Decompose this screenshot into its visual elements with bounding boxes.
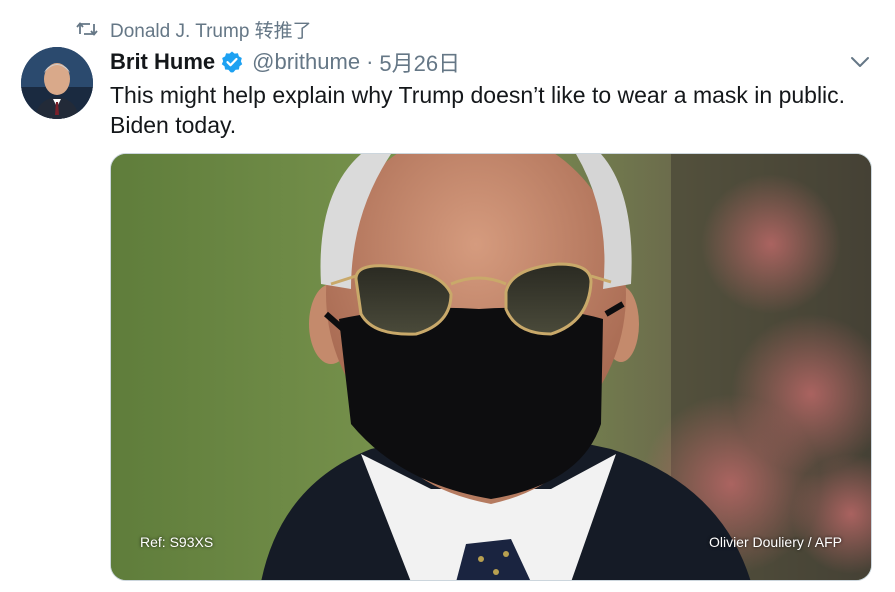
author-handle[interactable]: @brithume [252,49,360,75]
chevron-down-icon[interactable] [848,52,872,72]
photo-image [111,154,871,580]
tweet-date[interactable]: 5月26日 [379,46,460,78]
tweet-header: Brit Hume @brithume · 5月26日 [110,46,460,78]
tweet-photo[interactable]: Ref: S93XS Olivier Douliery / AFP [110,153,872,581]
avatar[interactable] [21,47,93,119]
verified-badge-icon [220,50,244,74]
retweet-context[interactable]: Donald J. Trump 转推了 [76,16,312,42]
header-separator: · [366,49,374,74]
tweet-text: This might help explain why Trump doesn’… [110,82,846,138]
tweet-card[interactable]: Donald J. Trump 转推了 Brit Hume @brithume … [0,0,895,592]
retweet-label: Donald J. Trump 转推了 [110,20,312,42]
author-name[interactable]: Brit Hume [110,49,215,75]
retweet-icon [76,20,98,38]
photo-credit-author: Olivier Douliery / AFP [708,534,842,550]
photo-credit-ref: Ref: S93XS [140,534,214,550]
